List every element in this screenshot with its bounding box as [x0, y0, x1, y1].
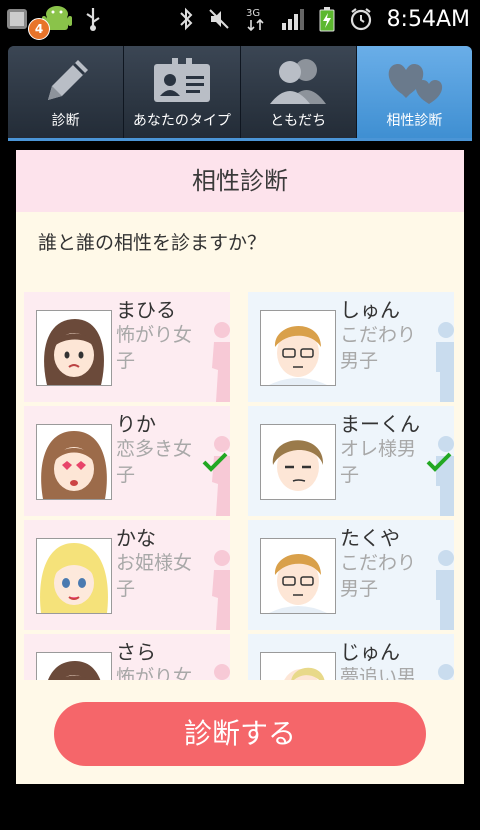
tab-bar: 診断 あなたのタイプ ともだち 相性診断 — [8, 46, 472, 141]
person-type: オレ様男子 — [340, 438, 417, 486]
male-card-maakun[interactable]: まーくん オレ様男子 — [248, 406, 454, 516]
alarm-clock-icon — [350, 8, 371, 31]
bluetooth-icon — [179, 7, 192, 31]
male-card-takuya[interactable]: たくや こだわり男子 — [248, 520, 454, 630]
person-name: しゅん — [340, 298, 400, 322]
avatar-mahiru — [36, 310, 112, 386]
status-bar: 4 3G 8:54AM — [0, 0, 480, 40]
friends-icon — [270, 59, 327, 104]
person-type: 恋多き女子 — [116, 438, 193, 486]
tab-label: あなたのタイプ — [132, 113, 231, 129]
person-type: こだわり男子 — [340, 552, 417, 600]
pencil-icon — [47, 60, 88, 100]
system-status-area: 3G 8:54AM — [179, 4, 470, 34]
hearts-icon — [389, 64, 443, 104]
person-name: まーくん — [340, 412, 420, 436]
person-name: じゅん — [340, 640, 400, 664]
battery-charging-icon — [319, 7, 335, 32]
id-card-icon — [153, 58, 210, 102]
avatar-rika — [36, 424, 112, 500]
action-area: 診断する — [16, 680, 464, 784]
question-text: 誰と誰の相性を診ますか？ — [38, 232, 267, 254]
tab-diagnosis[interactable]: 診断 — [8, 46, 125, 138]
notification-count-badge: 4 — [28, 18, 50, 40]
usb-icon — [86, 8, 100, 31]
tab-label: ともだち — [270, 113, 327, 129]
check-icon — [426, 452, 452, 472]
muted-speaker-icon — [208, 9, 229, 29]
avatar-takuya — [260, 538, 336, 614]
male-card-shun[interactable]: しゅん こだわり男子 — [248, 292, 454, 402]
tab-your-type[interactable]: あなたのタイプ — [124, 46, 241, 138]
tab-label: 診断 — [51, 113, 80, 129]
page-title: 相性診断 — [16, 150, 464, 212]
person-type: お姫様女子 — [116, 552, 193, 600]
clock-time: 8:54AM — [386, 6, 470, 32]
avatar-maakun — [260, 424, 336, 500]
diagnose-button[interactable]: 診断する — [54, 702, 426, 766]
person-type: こだわり男子 — [340, 324, 417, 372]
tab-compatibility[interactable]: 相性診断 — [356, 46, 472, 138]
svg-text:3G: 3G — [246, 8, 260, 19]
female-card-kana[interactable]: かな お姫様女子 — [24, 520, 230, 630]
person-name: かな — [116, 526, 156, 550]
gallery-notification-icon — [7, 9, 27, 29]
person-name: さら — [116, 640, 156, 664]
person-name: まひる — [116, 298, 176, 322]
female-card-mahiru[interactable]: まひる 怖がり女子 — [24, 292, 230, 402]
signal-strength-icon — [281, 9, 304, 30]
person-name: りか — [116, 412, 156, 436]
tab-friends[interactable]: ともだち — [240, 46, 357, 138]
notification-area: 4 — [4, 4, 102, 40]
check-icon — [202, 452, 228, 472]
female-card-rika[interactable]: りか 恋多き女子 — [24, 406, 230, 516]
avatar-kana — [36, 538, 112, 614]
avatar-shun — [260, 310, 336, 386]
person-name: たくや — [340, 526, 400, 550]
person-type: 怖がり女子 — [116, 324, 193, 372]
network-3g-icon: 3G — [246, 8, 264, 32]
tab-label: 相性診断 — [386, 113, 443, 129]
